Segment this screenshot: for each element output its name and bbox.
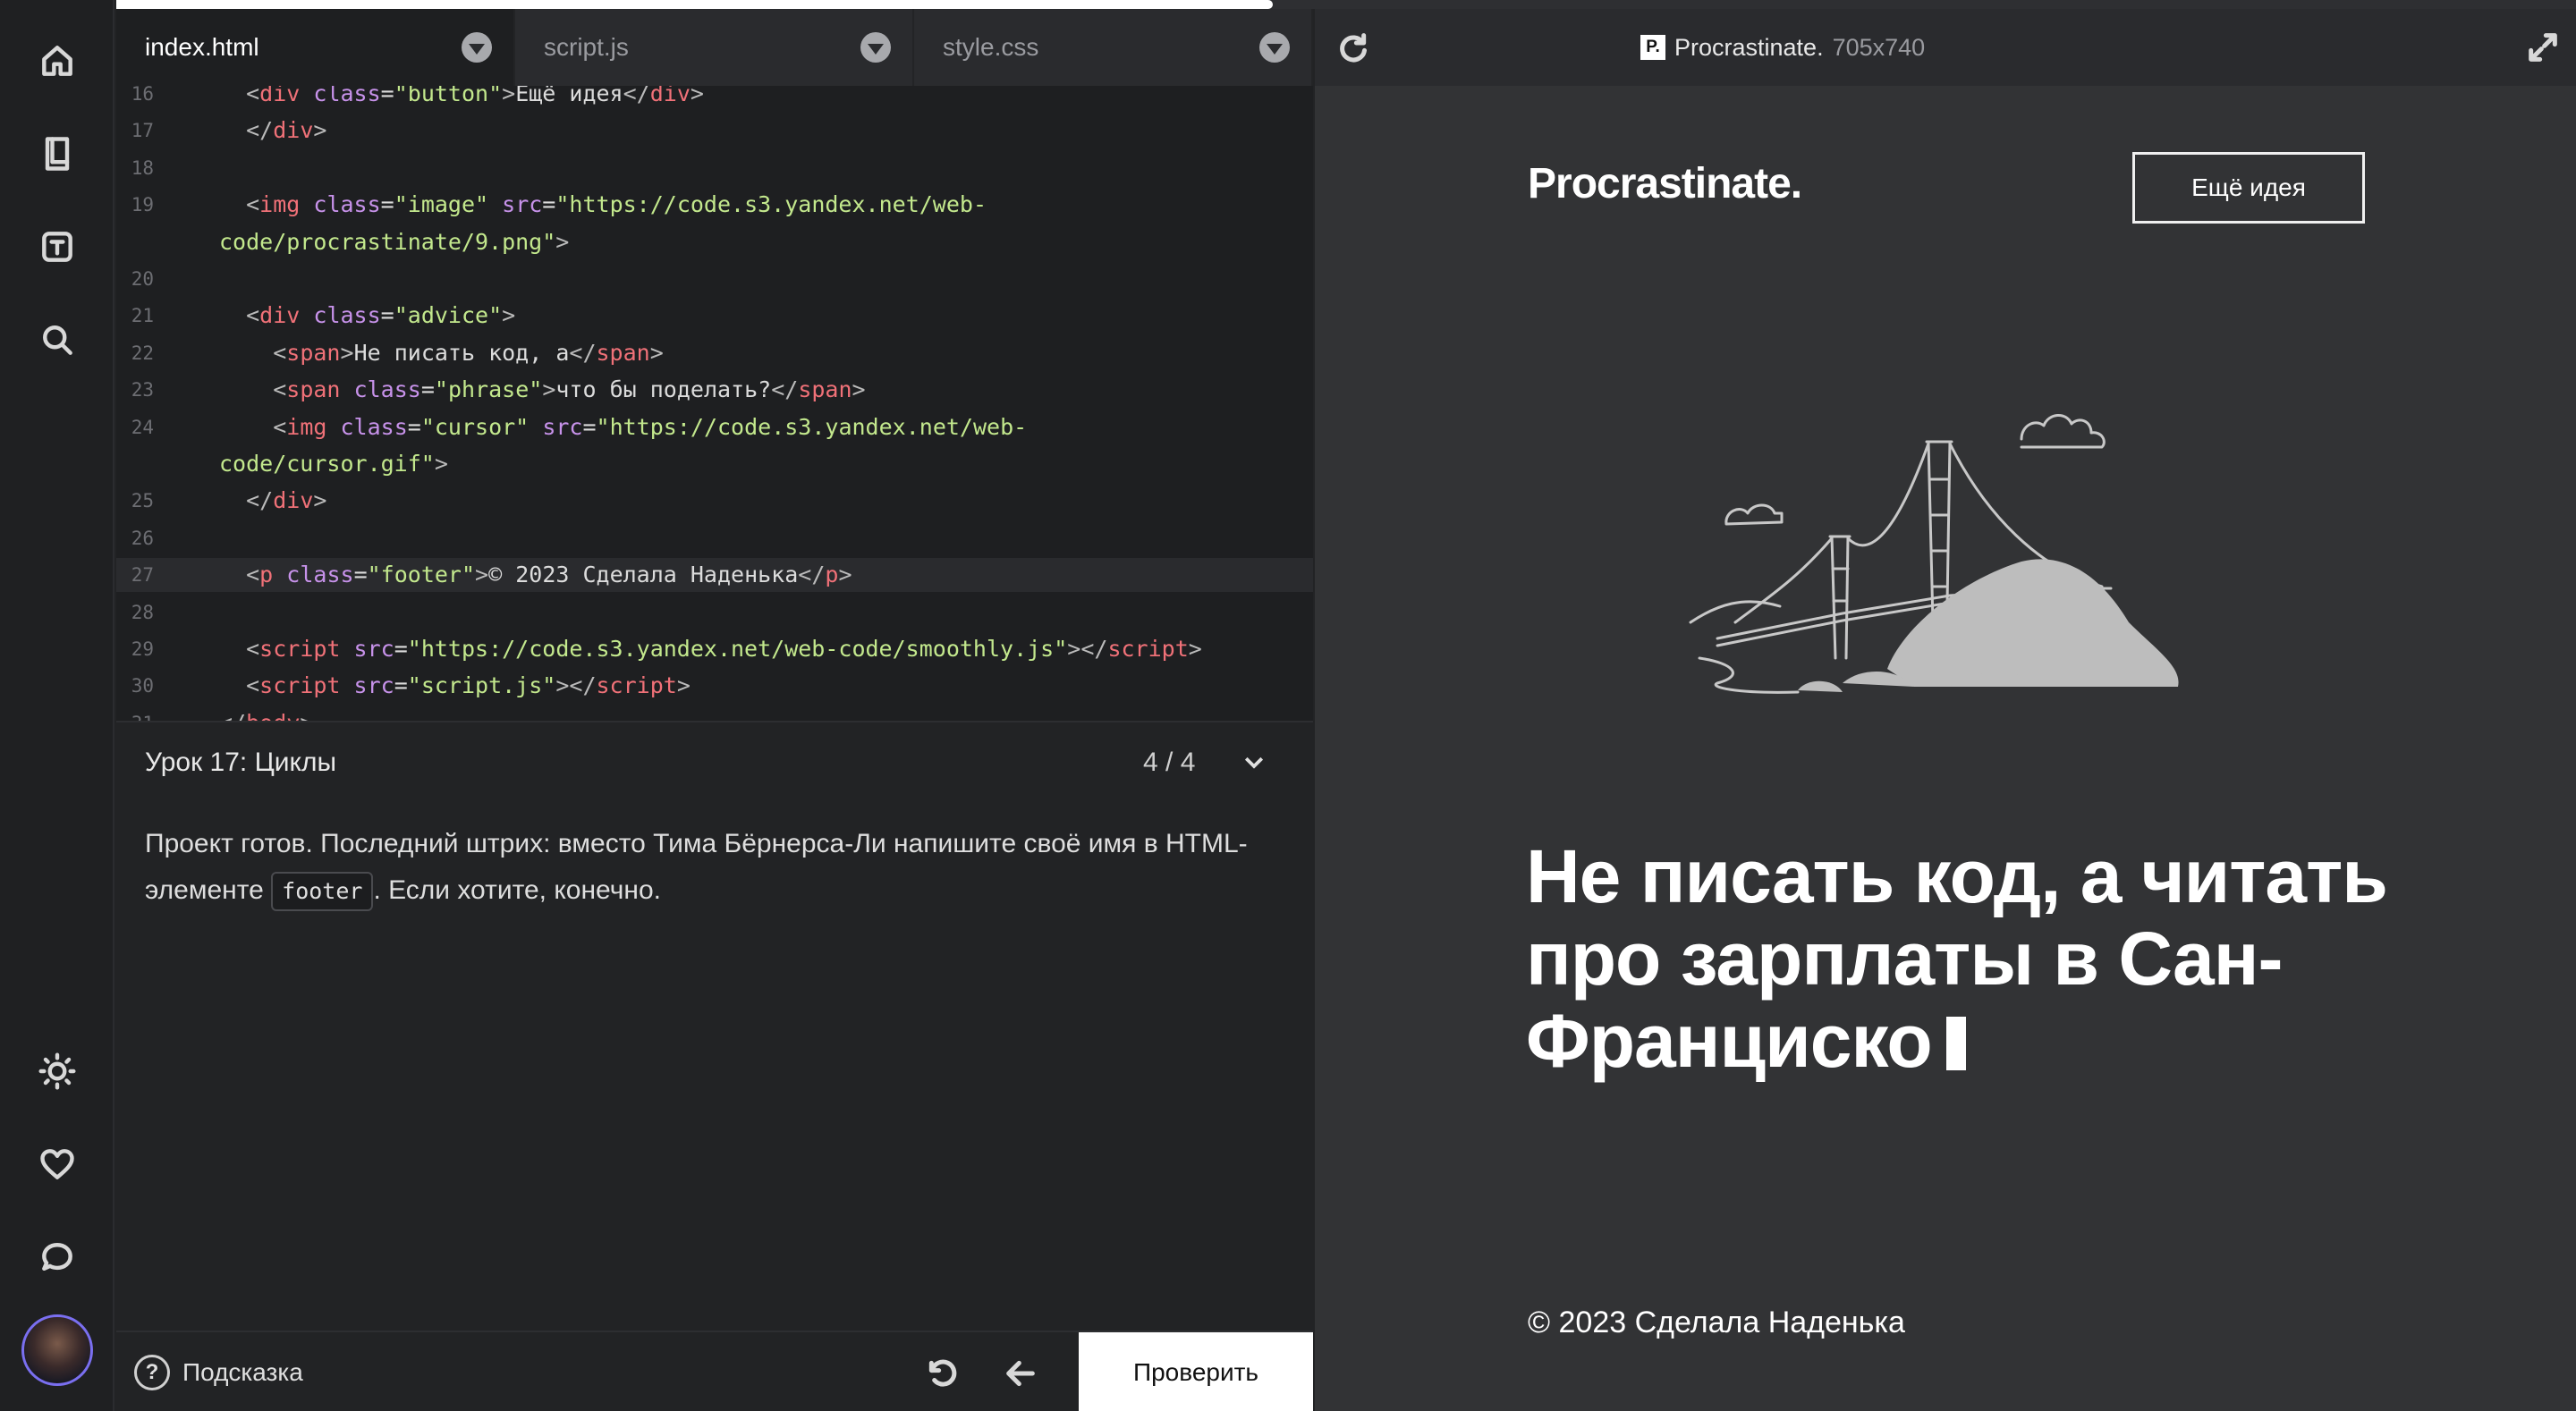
- code-line[interactable]: 26: [116, 521, 1313, 555]
- preview-title: P. Procrastinate. 705x740: [1640, 9, 1925, 86]
- line-number: 31: [116, 706, 154, 721]
- check-button[interactable]: Проверить: [1079, 1332, 1313, 1411]
- code-text: code/procrastinate/9.png">: [219, 228, 570, 255]
- search-icon[interactable]: [29, 311, 86, 368]
- favicon: P.: [1640, 35, 1665, 60]
- site-logo: Procrastinate.: [1528, 160, 1802, 207]
- action-bar: ? Подсказка Проверить: [116, 1331, 1313, 1411]
- text-cursor: [1945, 1017, 1966, 1070]
- line-number: 29: [131, 638, 154, 660]
- avatar[interactable]: [21, 1314, 93, 1386]
- sun-icon[interactable]: [29, 1043, 86, 1100]
- code-line[interactable]: 24 <img class="cursor" src="https://code…: [116, 410, 1313, 444]
- preview-viewport-size: 705x740: [1832, 33, 1926, 61]
- line-number: 20: [131, 268, 154, 290]
- tab-label: index.html: [145, 33, 259, 61]
- code-line[interactable]: code/cursor.gif">: [116, 447, 1313, 481]
- line-number: 17: [131, 120, 154, 142]
- code-text: <img class="image" src="https://code.s3.…: [246, 191, 987, 218]
- question-icon: ?: [134, 1355, 170, 1390]
- code-editor: index.html script.js style.css 16 <div cla…: [116, 9, 1313, 721]
- lesson-progress-fill: [116, 0, 1273, 9]
- code-text: <p class="footer">© 2023 Сделала Наденьк…: [246, 562, 852, 588]
- tab-index-html[interactable]: index.html: [116, 9, 515, 86]
- code-line[interactable]: 23 <span class="phrase">что бы поделать?…: [116, 373, 1313, 407]
- code-line[interactable]: 19 <img class="image" src="https://code.…: [116, 188, 1313, 222]
- heart-icon[interactable]: [29, 1136, 86, 1193]
- code-text: code/cursor.gif">: [219, 451, 448, 477]
- line-number: 30: [131, 675, 154, 697]
- expand-icon[interactable]: [2522, 27, 2563, 68]
- line-number: 21: [131, 305, 154, 327]
- reload-icon[interactable]: [1333, 27, 1374, 68]
- code-line[interactable]: 28: [116, 596, 1313, 629]
- inline-code-chip: footer: [271, 872, 374, 912]
- tab-label: style.css: [943, 33, 1039, 61]
- code-line[interactable]: 22 <span>Не писать код, а</span>: [116, 336, 1313, 370]
- line-number: 25: [131, 490, 154, 512]
- chevron-down-icon[interactable]: [1234, 742, 1274, 782]
- code-line[interactable]: 25 </div>: [116, 484, 1313, 518]
- lesson-panel: Урок 17: Циклы 4 / 4 Проект готов. После…: [116, 721, 1313, 1331]
- line-number: 18: [131, 156, 154, 179]
- code-text: </div>: [246, 487, 327, 514]
- lesson-progress-bar: [116, 0, 2576, 9]
- another-idea-button[interactable]: Ещё идея: [2132, 152, 2365, 224]
- dropdown-caret-icon[interactable]: [1259, 32, 1290, 63]
- line-number: 26: [131, 527, 154, 549]
- line-number: 24: [131, 416, 154, 438]
- preview-page-name: Procrastinate.: [1674, 33, 1824, 61]
- code-text: <script src="script.js"></script>: [246, 672, 691, 699]
- line-number: 28: [131, 601, 154, 623]
- advice-heading: Не писать код, а читать про зарплаты в С…: [1526, 835, 2420, 1082]
- bridge-illustration: [1689, 414, 2179, 694]
- home-icon[interactable]: [29, 32, 86, 89]
- code-text: <div class="button">Ещё идея</div>: [246, 86, 704, 106]
- lesson-title: Урок 17: Циклы: [145, 748, 337, 777]
- code-text: <span class="phrase">что бы поделать?</s…: [273, 376, 866, 403]
- code-line[interactable]: 18: [116, 151, 1313, 185]
- reset-icon[interactable]: [921, 1353, 962, 1394]
- code-text: </body>: [219, 706, 313, 721]
- lesson-text-part: . Если хотите, конечно.: [373, 875, 661, 905]
- site-preview: Procrastinate. Ещё идея Не писать код, а…: [1315, 86, 2576, 1411]
- chat-icon[interactable]: [29, 1229, 86, 1286]
- code-text: <script src="https://code.s3.yandex.net/…: [246, 636, 1202, 662]
- book-icon[interactable]: [29, 125, 86, 182]
- preview-toolbar: P. Procrastinate. 705x740: [1315, 9, 2576, 86]
- code-line[interactable]: 16 <div class="button">Ещё идея</div>: [116, 86, 1313, 111]
- code-line[interactable]: 31 </body>: [116, 706, 1313, 721]
- tab-script-js[interactable]: script.js: [515, 9, 914, 86]
- code-line[interactable]: 30 <script src="script.js"></script>: [116, 669, 1313, 703]
- code-line[interactable]: code/procrastinate/9.png">: [116, 225, 1313, 259]
- line-number: 16: [131, 86, 154, 105]
- text-icon[interactable]: [29, 218, 86, 275]
- dropdown-caret-icon[interactable]: [462, 32, 492, 63]
- code-text: <img class="cursor" src="https://code.s3…: [273, 413, 1028, 440]
- code-line[interactable]: 21 <div class="advice">: [116, 299, 1313, 333]
- code-line[interactable]: 17 </div>: [116, 114, 1313, 148]
- line-number: 27: [131, 564, 154, 587]
- code-area[interactable]: 16 <div class="button">Ещё идея</div> 17 …: [116, 86, 1313, 721]
- hint-button[interactable]: ? Подсказка: [134, 1332, 303, 1411]
- code-text: <div class="advice">: [246, 302, 516, 329]
- line-number: 19: [131, 194, 154, 216]
- lesson-step-counter: 4 / 4: [1143, 748, 1196, 777]
- line-number: 23: [131, 379, 154, 401]
- arrow-left-icon[interactable]: [1000, 1353, 1041, 1394]
- code-line[interactable]: 29 <script src="https://code.s3.yandex.n…: [116, 632, 1313, 666]
- code-line[interactable]: 27 <p class="footer">© 2023 Сделала Наде…: [116, 558, 1313, 593]
- hint-label: Подсказка: [182, 1358, 303, 1386]
- dropdown-caret-icon[interactable]: [860, 32, 891, 63]
- lesson-task-text: Проект готов. Последний штрих: вместо Ти…: [145, 821, 1272, 914]
- tab-style-css[interactable]: style.css: [914, 9, 1313, 86]
- editor-tabs: index.html script.js style.css: [116, 9, 1313, 86]
- code-line[interactable]: 20: [116, 262, 1313, 296]
- code-text: </div>: [246, 117, 327, 144]
- line-number: 22: [131, 342, 154, 364]
- tab-label: script.js: [544, 33, 629, 61]
- left-nav-rail: [0, 0, 114, 1411]
- site-footer: © 2023 Сделала Наденька: [1528, 1305, 1905, 1339]
- code-text: <span>Не писать код, а</span>: [273, 339, 664, 366]
